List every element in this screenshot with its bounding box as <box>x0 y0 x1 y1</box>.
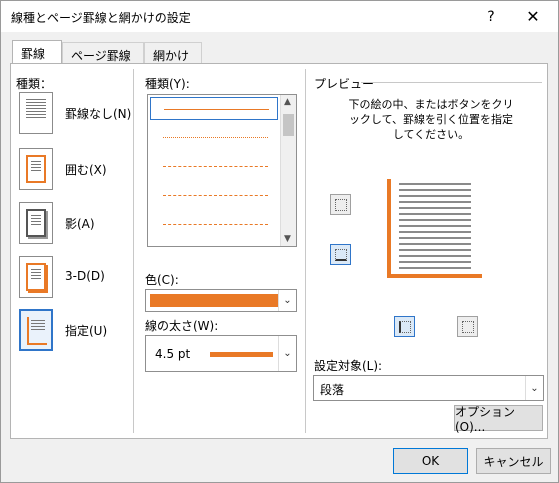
top-border-icon <box>334 198 347 211</box>
setting-label: 影(A) <box>65 217 95 231</box>
left-border-button[interactable] <box>394 316 415 337</box>
bottom-border-icon <box>334 248 347 261</box>
setting-label: 罫線なし(N) <box>65 107 132 121</box>
no-border-icon <box>19 92 53 134</box>
top-border-button[interactable] <box>330 194 351 215</box>
bottom-border-button[interactable] <box>330 244 351 265</box>
preview-text-lines <box>399 183 471 269</box>
shadow-border-icon <box>19 202 53 244</box>
setting-label: 指定(U) <box>65 324 108 338</box>
setting-box[interactable]: 囲む(X) <box>17 148 142 192</box>
chevron-down-icon[interactable]: ⌄ <box>278 290 296 311</box>
help-button[interactable]: ? <box>471 1 511 32</box>
scroll-down-icon[interactable]: ▼ <box>284 234 291 244</box>
borders-panel: 種類： 罫線なし(N) 囲む(X) 影(A) 3-D(D) 指定(U) 種類(Y… <box>10 63 548 439</box>
width-line <box>210 352 273 357</box>
dialog-title: 線種とページ罫線と網かけの設定 <box>11 11 191 25</box>
setting-3d[interactable]: 3-D(D) <box>17 256 142 300</box>
titlebar: 線種とページ罫線と網かけの設定 ? ✕ <box>1 1 558 32</box>
setting-shadow[interactable]: 影(A) <box>17 202 142 246</box>
preview-page[interactable] <box>387 179 482 278</box>
close-button[interactable]: ✕ <box>513 1 553 32</box>
width-dropdown[interactable]: 4.5 pt ⌄ <box>145 335 297 372</box>
3d-border-icon <box>19 256 53 298</box>
preview-bottom-border <box>387 274 482 278</box>
options-button[interactable]: オプション(O)... <box>454 405 543 434</box>
custom-border-icon <box>19 309 53 351</box>
style-dash-dot[interactable] <box>150 213 278 236</box>
color-label: 色(C): <box>145 273 179 287</box>
apply-label: 設定対象(L): <box>314 359 383 373</box>
chevron-down-icon[interactable]: ⌄ <box>525 376 543 400</box>
color-dropdown[interactable]: ⌄ <box>145 289 297 312</box>
preview-divider <box>361 82 542 83</box>
setting-custom[interactable]: 指定(U) <box>17 309 142 353</box>
preview-left-border <box>387 179 391 278</box>
ok-button[interactable]: OK <box>393 448 468 474</box>
width-value: 4.5 pt <box>155 347 191 361</box>
chevron-down-icon[interactable]: ⌄ <box>278 336 296 371</box>
preview-instruction: 下の絵の中、またはボタンをクリックして、罫線を引く位置を指定してください。 <box>348 98 514 141</box>
left-border-icon <box>398 320 411 333</box>
right-border-button[interactable] <box>457 316 478 337</box>
setting-none[interactable]: 罫線なし(N) <box>17 92 142 136</box>
tab-shading[interactable]: 網かけ <box>144 42 202 64</box>
tab-page-border[interactable]: ページ罫線 <box>62 42 144 64</box>
left-separator <box>133 69 134 433</box>
style-dashed[interactable] <box>150 184 278 207</box>
scroll-up-icon[interactable]: ▲ <box>284 97 291 107</box>
preview-heading: プレビュー <box>314 77 375 91</box>
border-shading-dialog: 線種とページ罫線と網かけの設定 ? ✕ 罫線 ページ罫線 網かけ 種類： 罫線な… <box>0 0 559 483</box>
setting-label: 囲む(X) <box>65 163 107 177</box>
scroll-thumb[interactable] <box>283 114 294 136</box>
style-solid[interactable] <box>150 97 278 120</box>
style-dashed-small[interactable] <box>150 155 278 178</box>
color-swatch <box>150 294 278 307</box>
apply-value: 段落 <box>320 383 345 397</box>
box-border-icon <box>19 148 53 190</box>
border-style-list[interactable]: ▲ ▼ <box>147 94 297 247</box>
style-label: 種類(Y): <box>145 77 190 91</box>
style-scrollbar[interactable]: ▲ ▼ <box>280 95 296 246</box>
tab-borders[interactable]: 罫線 <box>12 40 62 65</box>
cancel-button[interactable]: キャンセル <box>476 448 551 474</box>
style-dotted[interactable] <box>150 126 278 149</box>
settings-heading: 種類： <box>16 77 53 91</box>
apply-to-dropdown[interactable]: 段落 ⌄ <box>313 375 544 401</box>
right-border-icon <box>461 320 474 333</box>
setting-label: 3-D(D) <box>65 269 105 283</box>
right-separator <box>305 69 306 433</box>
width-label: 線の太さ(W): <box>145 319 219 333</box>
